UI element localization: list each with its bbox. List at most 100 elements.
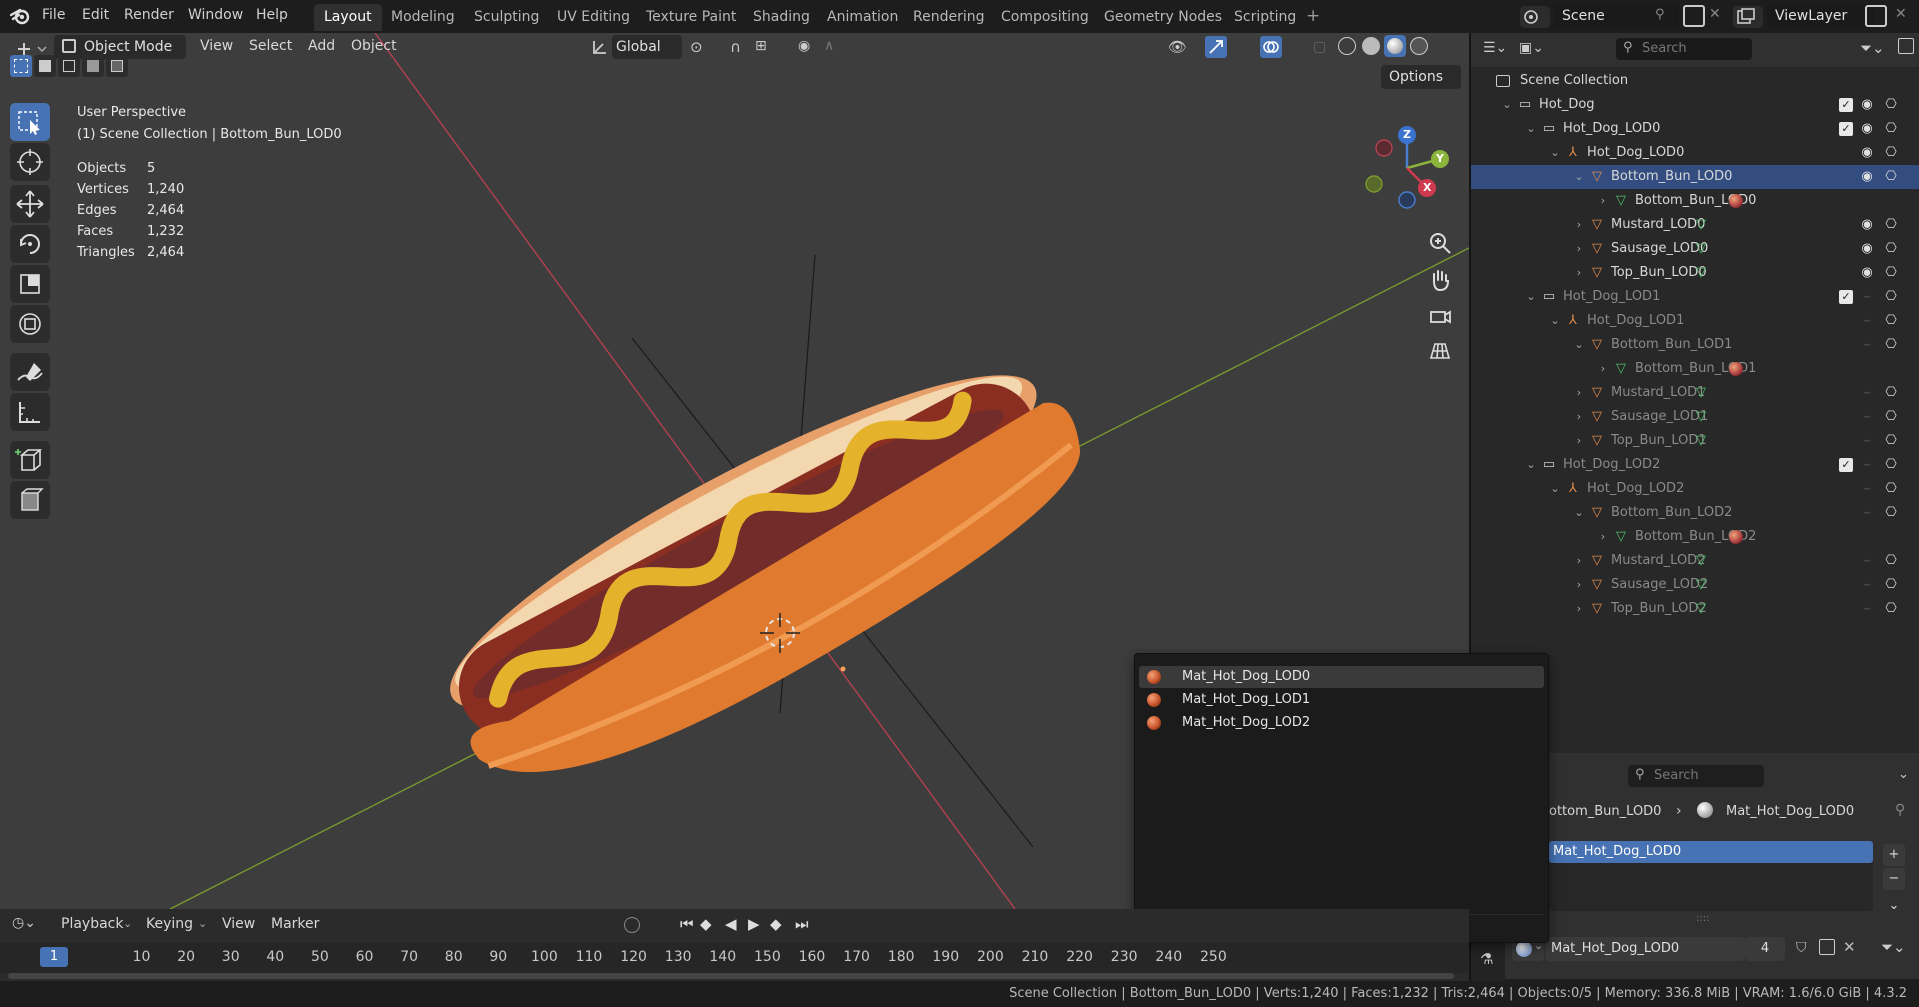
outliner-row[interactable]: › ▽ Sausage_LOD1 ▽ ⌣ ⎔	[1471, 405, 1919, 429]
expand-arrow-icon[interactable]: ›	[1595, 193, 1611, 209]
menu-timeline-view[interactable]: View	[222, 916, 255, 932]
outliner-row[interactable]: › ▽ Bottom_Bun_LOD1	[1471, 357, 1919, 381]
falloff-curve-icon[interactable]: ∧	[824, 38, 834, 54]
tool-cursor[interactable]	[10, 143, 50, 181]
mesh-data-icon[interactable]: ▽	[1693, 385, 1709, 401]
outliner-row[interactable]: › ▽ Sausage_LOD0 ▽ ◉ ⎔	[1471, 237, 1919, 261]
tool-add-primitive[interactable]	[10, 481, 50, 519]
zoom-icon[interactable]	[1425, 228, 1455, 258]
expand-arrow-icon[interactable]: ›	[1571, 601, 1587, 617]
outliner-row[interactable]: ⌄ ▽ Bottom_Bun_LOD2 ⌣ ⎔	[1471, 501, 1919, 525]
visibility-eye-icon[interactable]: ◉	[1859, 145, 1875, 161]
collapse-arrow-icon[interactable]: ⌄	[1523, 289, 1539, 305]
outliner[interactable]: ☰⌄ ▣⌄ Search ⚲ ⏷⌄ Scene Collection ⌄ ▭ Hot…	[1471, 33, 1919, 753]
render-camera-icon[interactable]: ⎔	[1883, 121, 1899, 137]
tab-animation[interactable]: Animation	[817, 4, 908, 31]
outliner-row[interactable]: › ▽ Top_Bun_LOD2 ▽ ⌣ ⎔	[1471, 597, 1919, 621]
render-camera-icon[interactable]: ⎔	[1883, 409, 1899, 425]
collapse-arrow-icon[interactable]: ⌄	[1547, 481, 1563, 497]
outliner-row[interactable]: › ▽ Mustard_LOD0 ▽ ◉ ⎔	[1471, 213, 1919, 237]
outliner-row[interactable]: › ▽ Mustard_LOD2 ▽ ⌣ ⎔	[1471, 549, 1919, 573]
overlays-toggle-icon[interactable]	[1260, 36, 1282, 58]
tool-rotate[interactable]	[10, 225, 50, 263]
remove-slot-button[interactable]: −	[1883, 868, 1905, 890]
visibility-eye-icon[interactable]: ◉	[1859, 121, 1875, 137]
proportional-edit-icon[interactable]: ◉	[798, 38, 810, 54]
mesh-data-icon[interactable]: ▽	[1693, 241, 1709, 257]
collapse-arrow-icon[interactable]: ⌄	[1571, 505, 1587, 521]
filter-icon[interactable]: ⏷⌄	[1860, 39, 1885, 57]
material-option-lod1[interactable]: Mat_Hot_Dog_LOD1	[1139, 689, 1544, 711]
transform-orientation-icon[interactable]	[590, 37, 610, 57]
prev-keyframe-icon[interactable]: ◆	[700, 915, 712, 933]
menu-select[interactable]: Select	[249, 38, 292, 54]
scene-selector-icon[interactable]	[1520, 6, 1550, 28]
tool-annotate[interactable]	[10, 353, 50, 391]
wireframe-shading-icon[interactable]	[1338, 37, 1356, 55]
menu-render[interactable]: Render	[124, 7, 174, 23]
outliner-row-scene-collection[interactable]: Scene Collection	[1471, 69, 1919, 93]
transform-orientation-dropdown[interactable]: Global	[612, 35, 682, 59]
collapse-arrow-icon[interactable]: ⌄	[1523, 121, 1539, 137]
jump-end-icon[interactable]: ⏭	[795, 915, 809, 933]
properties-options-icon[interactable]: ⌄	[1898, 767, 1909, 782]
render-camera-icon[interactable]: ⎔	[1883, 241, 1899, 257]
material-slot-row[interactable]: Mat_Hot_Dog_LOD0	[1549, 841, 1873, 863]
list-resize-grip[interactable]: ::::	[1696, 913, 1709, 924]
outliner-row[interactable]: ⌄ ▽ Bottom_Bun_LOD0 ◉ ⎔	[1471, 165, 1919, 189]
outliner-row[interactable]: › ▽ Mustard_LOD1 ▽ ⌣ ⎔	[1471, 381, 1919, 405]
material-slot-list[interactable]: Mat_Hot_Dog_LOD0	[1549, 841, 1873, 911]
exclude-checkbox[interactable]: ✓	[1839, 458, 1853, 472]
select-subtract-icon[interactable]	[58, 55, 80, 77]
tool-measure[interactable]	[10, 393, 50, 431]
render-camera-icon[interactable]: ⎔	[1883, 457, 1899, 473]
xray-toggle-icon[interactable]: ▢	[1313, 39, 1326, 55]
material-browse-dropdown[interactable]: Mat_Hot_Dog_LOD0 Mat_Hot_Dog_LOD1 Mat_Ho…	[1134, 653, 1549, 943]
tool-scale[interactable]	[10, 265, 50, 303]
duplicate-material-icon[interactable]	[1819, 939, 1835, 955]
unlink-material-icon[interactable]: ✕	[1843, 938, 1856, 956]
outliner-row[interactable]: › ▽ Top_Bun_LOD1 ▽ ⌣ ⎔	[1471, 429, 1919, 453]
expand-arrow-icon[interactable]: ›	[1571, 217, 1587, 233]
menu-help[interactable]: Help	[256, 7, 288, 23]
expand-arrow-icon[interactable]: ›	[1595, 361, 1611, 377]
hidden-eye-icon[interactable]: ⌣	[1859, 577, 1875, 593]
render-camera-icon[interactable]: ⎔	[1883, 265, 1899, 281]
visibility-eye-icon[interactable]: ◉	[1859, 97, 1875, 113]
outliner-row[interactable]: ⌄ ▭ Hot_Dog_LOD2 ✓ ⌣ ⎔	[1471, 453, 1919, 477]
menu-window[interactable]: Window	[188, 7, 243, 23]
visibility-eye-icon[interactable]: ◉	[1859, 265, 1875, 281]
exclude-checkbox[interactable]: ✓	[1839, 98, 1853, 112]
render-camera-icon[interactable]: ⎔	[1883, 313, 1899, 329]
tool-add-cube[interactable]	[10, 441, 50, 479]
timeline-scrollbar[interactable]	[8, 973, 1454, 979]
menu-marker[interactable]: Marker	[271, 916, 319, 932]
material-preview-shading-icon[interactable]	[1384, 35, 1406, 57]
rendered-shading-icon[interactable]	[1410, 37, 1428, 55]
hidden-eye-icon[interactable]: ⌣	[1859, 481, 1875, 497]
outliner-search-input[interactable]: Search	[1616, 38, 1752, 60]
tool-transform[interactable]	[10, 305, 50, 343]
material-user-count[interactable]: 4	[1745, 937, 1785, 961]
select-intersect-icon[interactable]	[106, 55, 128, 77]
collapse-arrow-icon[interactable]: ⌄	[1547, 145, 1563, 161]
tab-sculpting[interactable]: Sculpting	[464, 4, 549, 31]
hidden-eye-icon[interactable]: ⌣	[1859, 505, 1875, 521]
render-camera-icon[interactable]: ⎔	[1883, 217, 1899, 233]
render-camera-icon[interactable]: ⎔	[1883, 145, 1899, 161]
menu-view[interactable]: View	[200, 38, 233, 54]
play-icon[interactable]: ▶	[748, 915, 760, 933]
mesh-data-icon[interactable]: ▽	[1693, 409, 1709, 425]
tool-move[interactable]	[10, 185, 50, 223]
snap-magnet-icon[interactable]: ∩	[730, 38, 741, 56]
add-slot-button[interactable]: +	[1883, 844, 1905, 866]
outliner-row[interactable]: ⌄ ⅄ Hot_Dog_LOD1 ⌣ ⎔	[1471, 309, 1919, 333]
pivot-point-icon[interactable]: ⊙	[690, 38, 703, 56]
menu-edit[interactable]: Edit	[82, 7, 109, 23]
auto-keying-icon[interactable]	[624, 917, 640, 933]
render-camera-icon[interactable]: ⎔	[1883, 481, 1899, 497]
render-camera-icon[interactable]: ⎔	[1883, 553, 1899, 569]
mesh-data-icon[interactable]: ▽	[1693, 601, 1709, 617]
hidden-eye-icon[interactable]: ⌣	[1859, 289, 1875, 305]
visibility-eye-icon[interactable]: 👁	[1168, 38, 1187, 56]
